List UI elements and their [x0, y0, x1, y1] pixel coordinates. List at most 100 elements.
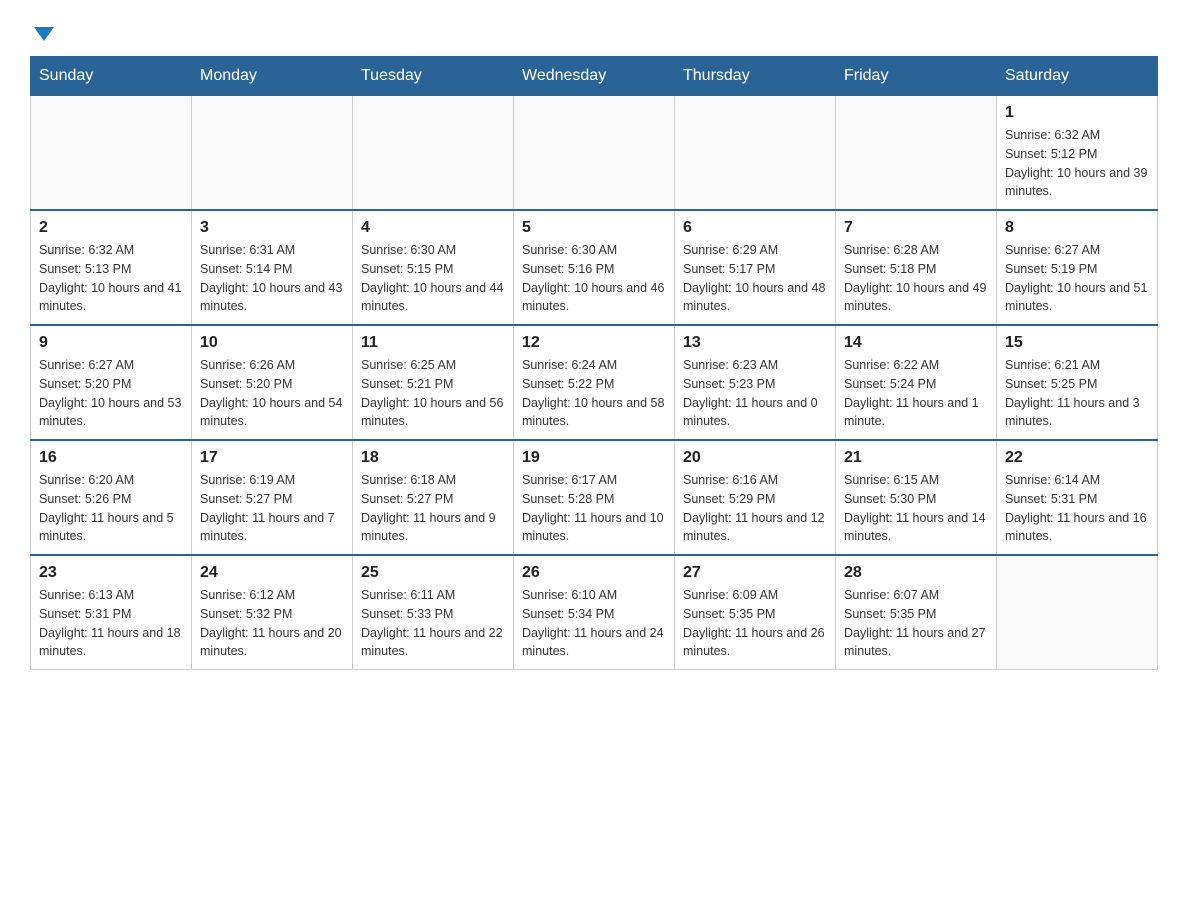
day-info: Sunrise: 6:32 AM Sunset: 5:13 PM Dayligh…	[39, 241, 183, 316]
calendar-day-cell: 27 Sunrise: 6:09 AM Sunset: 5:35 PM Dayli…	[675, 555, 836, 670]
calendar-day-cell: 24Sunrise: 6:12 AM Sunset: 5:32 PM Dayli…	[192, 555, 353, 670]
calendar-day-cell: 18 Sunrise: 6:18 AM Sunset: 5:27 PM Dayli…	[353, 440, 514, 555]
logo-triangle-icon	[34, 27, 54, 41]
calendar-day-cell	[31, 96, 192, 211]
day-info: Sunrise: 6:11 AM Sunset: 5:33 PM Dayligh…	[361, 586, 505, 661]
day-number: 20	[683, 449, 827, 467]
day-info: Sunrise: 6:27 AM Sunset: 5:19 PM Dayligh…	[1005, 241, 1149, 316]
day-number: 17	[200, 449, 344, 467]
logo	[30, 20, 54, 46]
day-info: Sunrise: 6:28 AM Sunset: 5:18 PM Dayligh…	[844, 241, 988, 316]
day-number: 26	[522, 564, 666, 582]
day-info: Sunrise: 6:22 AM Sunset: 5:24 PM Dayligh…	[844, 356, 988, 431]
calendar-week-row: 1 Sunrise: 6:32 AM Sunset: 5:12 PM Daylig…	[31, 96, 1158, 211]
calendar-day-cell: 13Sunrise: 6:23 AM Sunset: 5:23 PM Dayli…	[675, 325, 836, 440]
day-info: Sunrise: 6:23 AM Sunset: 5:23 PM Dayligh…	[683, 356, 827, 431]
day-number: 25	[361, 564, 505, 582]
calendar-week-row: 9 Sunrise: 6:27 AM Sunset: 5:20 PM Daylig…	[31, 325, 1158, 440]
day-info: Sunrise: 6:09 AM Sunset: 5:35 PM Dayligh…	[683, 586, 827, 661]
calendar-day-cell: 16 Sunrise: 6:20 AM Sunset: 5:26 PM Dayli…	[31, 440, 192, 555]
day-info: Sunrise: 6:30 AM Sunset: 5:16 PM Dayligh…	[522, 241, 666, 316]
day-info: Sunrise: 6:12 AM Sunset: 5:32 PM Dayligh…	[200, 586, 344, 661]
calendar-day-cell: 10Sunrise: 6:26 AM Sunset: 5:20 PM Dayli…	[192, 325, 353, 440]
day-number: 16	[39, 449, 183, 467]
day-of-week-header: Tuesday	[353, 57, 514, 96]
day-info: Sunrise: 6:27 AM Sunset: 5:20 PM Dayligh…	[39, 356, 183, 431]
calendar-day-cell	[192, 96, 353, 211]
day-info: Sunrise: 6:17 AM Sunset: 5:28 PM Dayligh…	[522, 471, 666, 546]
calendar-day-cell: 7 Sunrise: 6:28 AM Sunset: 5:18 PM Daylig…	[836, 210, 997, 325]
day-info: Sunrise: 6:24 AM Sunset: 5:22 PM Dayligh…	[522, 356, 666, 431]
day-number: 28	[844, 564, 988, 582]
calendar-day-cell: 26 Sunrise: 6:10 AM Sunset: 5:34 PM Dayli…	[514, 555, 675, 670]
day-info: Sunrise: 6:25 AM Sunset: 5:21 PM Dayligh…	[361, 356, 505, 431]
day-number: 1	[1005, 104, 1149, 122]
calendar-day-cell: 1 Sunrise: 6:32 AM Sunset: 5:12 PM Daylig…	[997, 96, 1158, 211]
day-number: 4	[361, 219, 505, 237]
page-header	[30, 20, 1158, 46]
calendar-day-cell: 20 Sunrise: 6:16 AM Sunset: 5:29 PM Dayli…	[675, 440, 836, 555]
day-number: 10	[200, 334, 344, 352]
day-number: 6	[683, 219, 827, 237]
day-info: Sunrise: 6:10 AM Sunset: 5:34 PM Dayligh…	[522, 586, 666, 661]
day-info: Sunrise: 6:15 AM Sunset: 5:30 PM Dayligh…	[844, 471, 988, 546]
day-number: 12	[522, 334, 666, 352]
day-number: 3	[200, 219, 344, 237]
day-info: Sunrise: 6:16 AM Sunset: 5:29 PM Dayligh…	[683, 471, 827, 546]
day-number: 27	[683, 564, 827, 582]
calendar-day-cell: 12 Sunrise: 6:24 AM Sunset: 5:22 PM Dayli…	[514, 325, 675, 440]
calendar-week-row: 16 Sunrise: 6:20 AM Sunset: 5:26 PM Dayli…	[31, 440, 1158, 555]
calendar-day-cell: 5 Sunrise: 6:30 AM Sunset: 5:16 PM Daylig…	[514, 210, 675, 325]
calendar-day-cell: 2 Sunrise: 6:32 AM Sunset: 5:13 PM Daylig…	[31, 210, 192, 325]
day-of-week-header: Wednesday	[514, 57, 675, 96]
calendar-day-cell	[353, 96, 514, 211]
day-info: Sunrise: 6:20 AM Sunset: 5:26 PM Dayligh…	[39, 471, 183, 546]
calendar-day-cell: 19 Sunrise: 6:17 AM Sunset: 5:28 PM Dayli…	[514, 440, 675, 555]
day-info: Sunrise: 6:29 AM Sunset: 5:17 PM Dayligh…	[683, 241, 827, 316]
day-info: Sunrise: 6:19 AM Sunset: 5:27 PM Dayligh…	[200, 471, 344, 546]
calendar-day-cell: 28Sunrise: 6:07 AM Sunset: 5:35 PM Dayli…	[836, 555, 997, 670]
calendar-day-cell: 21 Sunrise: 6:15 AM Sunset: 5:30 PM Dayli…	[836, 440, 997, 555]
calendar-day-cell: 4 Sunrise: 6:30 AM Sunset: 5:15 PM Daylig…	[353, 210, 514, 325]
calendar-header-row: SundayMondayTuesdayWednesdayThursdayFrid…	[31, 57, 1158, 96]
day-number: 7	[844, 219, 988, 237]
calendar-week-row: 2 Sunrise: 6:32 AM Sunset: 5:13 PM Daylig…	[31, 210, 1158, 325]
day-info: Sunrise: 6:13 AM Sunset: 5:31 PM Dayligh…	[39, 586, 183, 661]
calendar-day-cell: 9 Sunrise: 6:27 AM Sunset: 5:20 PM Daylig…	[31, 325, 192, 440]
day-of-week-header: Friday	[836, 57, 997, 96]
day-info: Sunrise: 6:30 AM Sunset: 5:15 PM Dayligh…	[361, 241, 505, 316]
day-number: 2	[39, 219, 183, 237]
day-info: Sunrise: 6:18 AM Sunset: 5:27 PM Dayligh…	[361, 471, 505, 546]
day-info: Sunrise: 6:31 AM Sunset: 5:14 PM Dayligh…	[200, 241, 344, 316]
day-number: 21	[844, 449, 988, 467]
day-number: 8	[1005, 219, 1149, 237]
calendar-day-cell: 3 Sunrise: 6:31 AM Sunset: 5:14 PM Daylig…	[192, 210, 353, 325]
day-number: 18	[361, 449, 505, 467]
calendar-table: SundayMondayTuesdayWednesdayThursdayFrid…	[30, 56, 1158, 670]
day-of-week-header: Monday	[192, 57, 353, 96]
day-number: 9	[39, 334, 183, 352]
calendar-day-cell: 15 Sunrise: 6:21 AM Sunset: 5:25 PM Dayli…	[997, 325, 1158, 440]
calendar-day-cell: 8 Sunrise: 6:27 AM Sunset: 5:19 PM Daylig…	[997, 210, 1158, 325]
calendar-week-row: 23Sunrise: 6:13 AM Sunset: 5:31 PM Dayli…	[31, 555, 1158, 670]
day-number: 15	[1005, 334, 1149, 352]
calendar-day-cell	[514, 96, 675, 211]
calendar-day-cell	[675, 96, 836, 211]
day-of-week-header: Sunday	[31, 57, 192, 96]
calendar-day-cell: 22 Sunrise: 6:14 AM Sunset: 5:31 PM Dayli…	[997, 440, 1158, 555]
day-info: Sunrise: 6:14 AM Sunset: 5:31 PM Dayligh…	[1005, 471, 1149, 546]
calendar-day-cell	[836, 96, 997, 211]
day-number: 5	[522, 219, 666, 237]
day-of-week-header: Thursday	[675, 57, 836, 96]
day-number: 11	[361, 334, 505, 352]
calendar-day-cell: 14 Sunrise: 6:22 AM Sunset: 5:24 PM Dayli…	[836, 325, 997, 440]
day-number: 19	[522, 449, 666, 467]
calendar-day-cell: 11 Sunrise: 6:25 AM Sunset: 5:21 PM Dayli…	[353, 325, 514, 440]
calendar-day-cell: 25 Sunrise: 6:11 AM Sunset: 5:33 PM Dayli…	[353, 555, 514, 670]
day-info: Sunrise: 6:21 AM Sunset: 5:25 PM Dayligh…	[1005, 356, 1149, 431]
day-number: 14	[844, 334, 988, 352]
calendar-day-cell	[997, 555, 1158, 670]
day-info: Sunrise: 6:32 AM Sunset: 5:12 PM Dayligh…	[1005, 126, 1149, 201]
day-number: 22	[1005, 449, 1149, 467]
calendar-day-cell: 17 Sunrise: 6:19 AM Sunset: 5:27 PM Dayli…	[192, 440, 353, 555]
